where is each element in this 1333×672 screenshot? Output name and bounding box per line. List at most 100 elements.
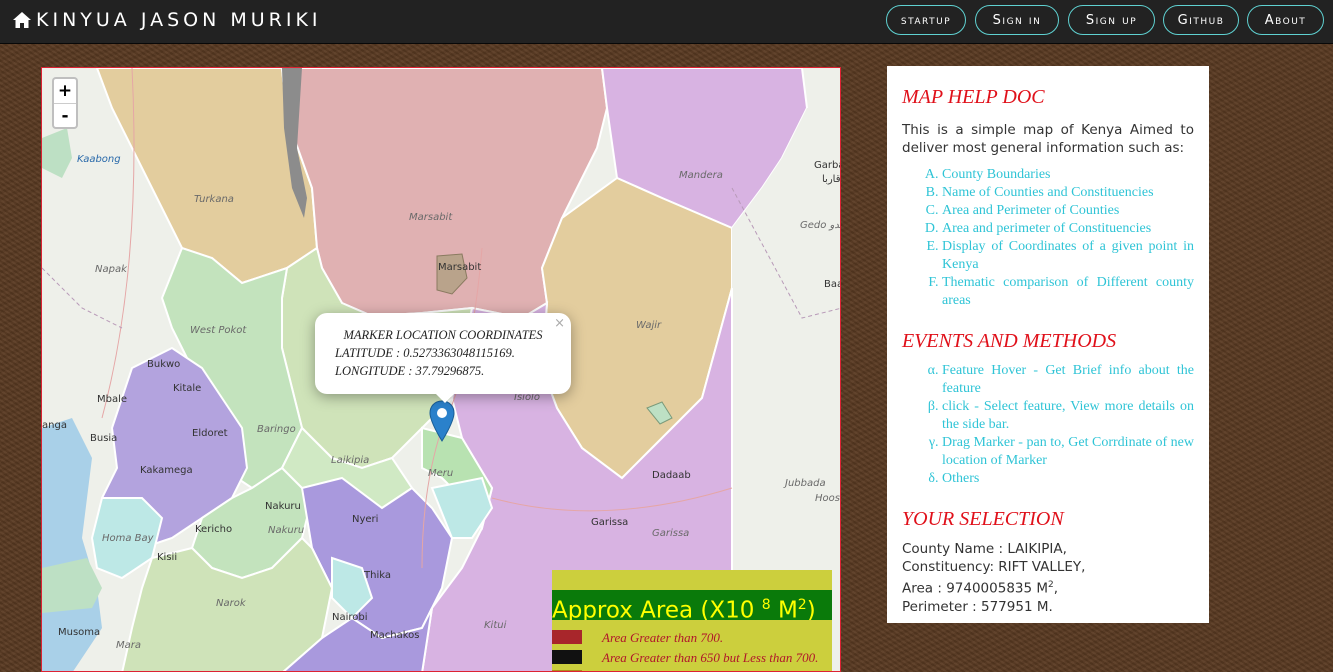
label-narok: Narok	[216, 598, 246, 609]
label-garissa-town: Garissa	[591, 517, 629, 528]
label-gedo: Gedo جدو	[800, 220, 840, 231]
label-dadaab: Dadaab	[652, 470, 691, 481]
events-list: Feature Hover - Get Brief info about the…	[925, 362, 1194, 488]
label-wajir: Wajir	[636, 320, 662, 331]
selection-title: YOUR SELECTION	[902, 508, 1064, 530]
nav-about-button[interactable]: About	[1247, 5, 1324, 35]
help-item: County Boundaries	[942, 166, 1194, 184]
legend-title-prefix: Approx Area (X10	[552, 597, 762, 620]
popup-title: MARKER LOCATION COORDINATES	[343, 328, 543, 342]
events-title: EVENTS AND METHODS	[902, 330, 1117, 352]
selection-area-suffix: ,	[1053, 580, 1059, 597]
label-nyeri: Nyeri	[352, 514, 379, 525]
label-marsabit-county: Marsabit	[409, 212, 453, 223]
label-west-pokot: West Pokot	[190, 325, 247, 336]
legend-label: Area Greater than 700.	[602, 630, 724, 645]
legend-row: Area Greater than 650 but Less than 700.	[552, 650, 832, 666]
label-kitui: Kitui	[484, 620, 507, 631]
popup-close-icon[interactable]: ×	[554, 315, 565, 333]
label-meru: Meru	[428, 468, 454, 479]
label-turkana: Turkana	[194, 194, 234, 205]
side-panel: MAP HELP DOC This is a simple map of Ken…	[887, 66, 1209, 623]
zoom-out-button[interactable]: -	[54, 104, 76, 129]
selection-area: Area : 9740005835 M2,	[902, 576, 1194, 598]
nav-github-button[interactable]: Github	[1163, 5, 1239, 35]
legend-label: Area Greater than 650 but Less than 700.	[602, 650, 819, 665]
label-mara: Mara	[116, 640, 141, 651]
help-item: Name of Counties and Constituencies	[942, 184, 1194, 202]
legend-row: Area Greater than 700.	[552, 630, 832, 646]
popup-longitude: LONGITUDE : 37.79296875.	[335, 364, 485, 378]
selection-county: County Name : LAIKIPIA,	[902, 541, 1067, 557]
help-item: Thematic comparison of Different county …	[942, 274, 1194, 310]
label-kaabong: Kaabong	[77, 154, 121, 165]
nav-github-label: Github	[1177, 12, 1225, 28]
label-baa: Baa	[824, 279, 840, 290]
label-nakuru-town: Nakuru	[265, 501, 301, 512]
events-item: Feature Hover - Get Brief info about the…	[942, 362, 1194, 398]
label-eldoret: Eldoret	[192, 428, 228, 439]
label-jubbada: Jubbada	[785, 478, 826, 489]
uganda-park	[42, 128, 72, 178]
help-list: County Boundaries Name of Counties and C…	[925, 166, 1194, 310]
brand-text: KINYUA JASON MURIKI	[36, 9, 322, 31]
park-left	[42, 558, 102, 613]
label-garba-ar: قاربا	[822, 174, 841, 185]
zoom-in-button[interactable]: +	[54, 79, 76, 104]
label-mandera: Mandera	[679, 170, 723, 181]
label-nairobi: Nairobi	[332, 612, 368, 623]
label-hoos: Hoos	[815, 493, 840, 504]
selection-constituency: Constituency: RIFT VALLEY,	[902, 559, 1086, 575]
map-container[interactable]: Kaabong Turkana Marsabit Marsabit Mander…	[41, 67, 841, 672]
label-kericho: Kericho	[195, 524, 233, 535]
label-busia: Busia	[90, 433, 118, 444]
nav-sign-up-label: Sign up	[1085, 12, 1138, 28]
legend-title-exp: 8	[761, 597, 771, 613]
home-icon	[13, 12, 31, 28]
legend-swatch	[552, 650, 582, 664]
events-item: click - Select feature, View more detail…	[942, 398, 1194, 434]
nav-about-label: About	[1264, 12, 1307, 28]
help-item: Area and Perimeter of Counties	[942, 202, 1194, 220]
label-kitale: Kitale	[173, 383, 202, 394]
legend-title-unit: M	[770, 597, 798, 620]
area-legend: Approx Area (X10 8 M2) Area Greater than…	[552, 570, 832, 671]
help-item: Area and perimeter of Constituencies	[942, 220, 1194, 238]
popup-latitude: LATITUDE : 0.5273363048115169.	[335, 346, 515, 360]
help-item: Display of Coordinates of a given point …	[942, 238, 1194, 274]
selection-details: County Name : LAIKIPIA, Constituency: RI…	[902, 540, 1194, 616]
label-musoma: Musoma	[58, 627, 101, 638]
legend-title-suffix: )	[806, 597, 816, 620]
nav-startup-label: startup	[900, 12, 952, 28]
help-intro: This is a simple map of Kenya Aimed to d…	[902, 122, 1194, 156]
legend-title-unit-exp: 2	[797, 597, 807, 613]
legend-swatch	[552, 630, 582, 644]
selection-area-value: Area : 9740005835 M	[902, 580, 1049, 597]
label-nakuru-county: Nakuru	[268, 525, 305, 536]
label-marsabit-town: Marsabit	[438, 262, 482, 273]
label-garba: Garba	[814, 160, 840, 171]
selection-perimeter: Perimeter : 577951 M.	[902, 598, 1053, 615]
map-marker-icon[interactable]	[429, 400, 455, 442]
nav-startup-button[interactable]: startup	[886, 5, 966, 35]
zoom-control: + -	[52, 77, 78, 129]
nav-sign-in-button[interactable]: Sign in	[975, 5, 1059, 35]
label-garissa-county: Garissa	[652, 528, 690, 539]
label-kisii: Kisii	[157, 552, 178, 563]
label-thika: Thika	[364, 570, 391, 581]
popup-tip	[435, 393, 455, 403]
legend-title: Approx Area (X10 8 M2)	[552, 590, 832, 620]
marker-popup: × MARKER LOCATION COORDINATES LATITUDE :…	[315, 313, 571, 394]
brand-link[interactable]: KINYUA JASON MURIKI	[12, 9, 322, 31]
label-mbale: Mbale	[97, 394, 128, 405]
label-kakamega: Kakamega	[140, 465, 193, 476]
events-item: Others	[942, 470, 1194, 488]
label-machakos: Machakos	[370, 630, 420, 641]
label-baringo: Baringo	[257, 424, 296, 435]
events-item: Drag Marker - pan to, Get Corrdinate of …	[942, 434, 1194, 470]
nav-sign-up-button[interactable]: Sign up	[1068, 5, 1155, 35]
help-doc-title: MAP HELP DOC	[902, 86, 1045, 108]
label-homa-bay: Homa Bay	[102, 533, 154, 544]
navbar: KINYUA JASON MURIKI startup Sign in Sign…	[0, 0, 1333, 44]
nav-sign-in-label: Sign in	[992, 12, 1042, 28]
